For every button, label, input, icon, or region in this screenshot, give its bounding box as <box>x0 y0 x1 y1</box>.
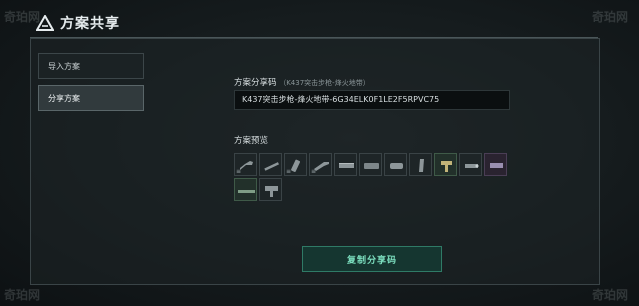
share-code-heading: 方案分享码 （K437突击步枪-烽火地带） <box>234 76 370 88</box>
watermark-bottom-right: 奇珀网 <box>592 288 629 302</box>
preview-slot[interactable]: ≡ <box>234 153 257 176</box>
preview-slot[interactable]: ≡ <box>309 153 332 176</box>
rail-icon <box>339 163 354 168</box>
preview-slot[interactable] <box>234 178 257 201</box>
rail-cover-icon <box>238 190 255 193</box>
nav-import-plan-label: 导入方案 <box>48 61 80 71</box>
scope-mount-icon <box>364 163 379 169</box>
nav-share-plan-button[interactable]: 分享方案 <box>38 85 144 111</box>
preview-slot[interactable] <box>334 153 357 176</box>
slot-tag: ≡ <box>311 168 317 175</box>
foregrip-icon <box>265 186 278 197</box>
copy-share-code-button[interactable]: 复制分享码 <box>302 246 442 272</box>
scope-icon <box>390 163 403 169</box>
slot-tag: ≡ <box>286 168 292 175</box>
preview-slot[interactable] <box>359 153 382 176</box>
watermark-top-right: 奇珀网 <box>592 10 629 24</box>
preview-slot[interactable]: ≡ <box>284 153 307 176</box>
preview-heading: 方案预览 <box>234 136 269 146</box>
slot-tag: ≡ <box>236 168 242 175</box>
magazine-icon <box>419 159 424 172</box>
window-title-bar: 方案共享 <box>36 12 120 34</box>
share-code-label: 方案分享码 <box>234 78 277 88</box>
preview-slot[interactable] <box>259 178 282 201</box>
watermark-bottom-left: 奇珀网 <box>4 288 41 302</box>
preview-slot[interactable] <box>434 153 457 176</box>
barrel-icon <box>264 162 279 171</box>
preview-slot[interactable] <box>484 153 507 176</box>
laser-icon <box>465 164 479 168</box>
share-code-sublabel: （K437突击步枪-烽火地带） <box>279 79 370 87</box>
watermark-top-left: 奇珀网 <box>4 10 41 24</box>
window-title: 方案共享 <box>60 16 120 32</box>
copy-share-code-label: 复制分享码 <box>346 255 397 266</box>
nav-import-plan-button[interactable]: 导入方案 <box>38 53 144 79</box>
nav-share-plan-label: 分享方案 <box>48 93 80 103</box>
grip-icon <box>441 161 452 172</box>
panel-divider <box>30 37 598 38</box>
preview-slot[interactable] <box>259 153 282 176</box>
share-code-value: K437突击步枪-烽火地带-6G34ELK0F1LE2F5RPVC75 <box>242 95 440 104</box>
optic-icon <box>490 163 503 168</box>
preview-slot[interactable] <box>459 153 482 176</box>
share-code-field[interactable]: K437突击步枪-烽火地带-6G34ELK0F1LE2F5RPVC75 <box>234 90 510 110</box>
preview-slot[interactable] <box>409 153 432 176</box>
preview-slot[interactable] <box>384 153 407 176</box>
